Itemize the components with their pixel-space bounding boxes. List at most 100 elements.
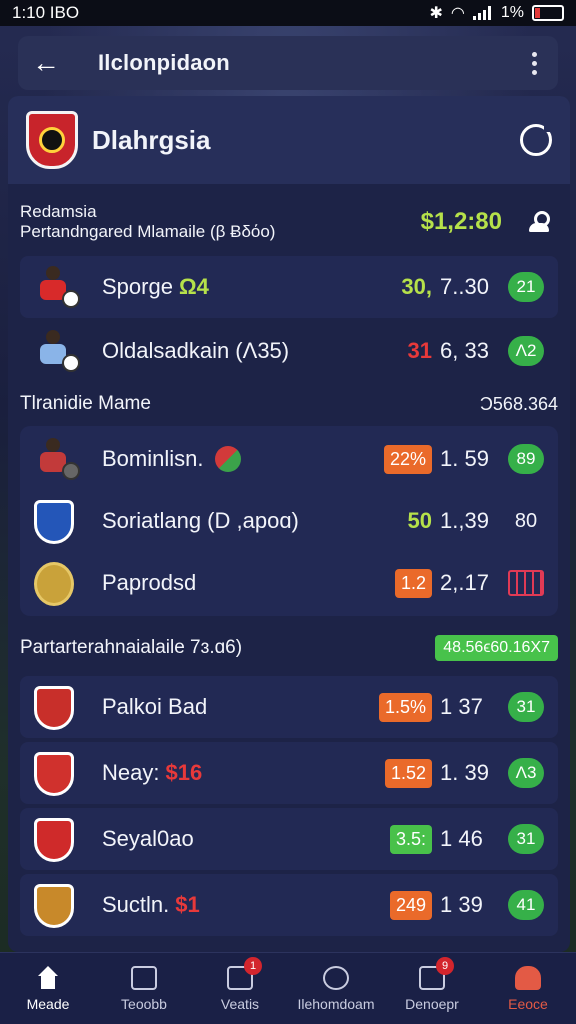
player-avatar xyxy=(24,432,82,486)
team-crest-icon xyxy=(26,111,78,169)
flag-icon xyxy=(131,965,157,990)
ball-icon xyxy=(215,446,242,472)
nav-label: Veatis xyxy=(220,995,260,1012)
row-pill: 3.5: xyxy=(389,824,432,854)
bluetooth-icon: ✱ xyxy=(429,5,443,22)
row-value-a: 31 xyxy=(407,338,432,363)
section-value: Ɔ568.364 xyxy=(479,393,558,414)
battery-icon xyxy=(532,5,564,21)
row-name: Oldalsadkain (Λ35) xyxy=(102,338,290,363)
row-value-b: 7..30 xyxy=(440,274,489,299)
list-item[interactable]: Seyal0ao 3.5: 1 46 31 xyxy=(20,808,558,870)
row-value-b: 1.,39 xyxy=(440,508,489,533)
list-item[interactable]: Sporge Ω4 30, 7..30 21 xyxy=(20,256,558,318)
row-value-b: 1. 59 xyxy=(440,446,489,471)
row-pill: 1.5% xyxy=(378,692,432,722)
app-bar: ← Ilclonpidaon xyxy=(18,36,558,90)
row-pill: 22% xyxy=(383,444,432,474)
row-name: Bominlisn. xyxy=(102,446,242,472)
signal-icon xyxy=(472,6,493,20)
list-item[interactable]: Palkoi Bad 1.5% 1 37 31 xyxy=(20,676,558,738)
section-title: Partarterahnaialaile 7ɜ.ɑ6) xyxy=(20,637,243,658)
wifi-icon: ◠ xyxy=(450,5,465,22)
row-value-b: 2,.17 xyxy=(440,570,489,595)
team-panel: Dlahrgsia Redamsia Pertandngared Mlamail… xyxy=(8,96,570,952)
row-name: Sporge Ω4 xyxy=(102,274,209,299)
club-crest-icon xyxy=(24,812,82,866)
row-value-b: 1 39 xyxy=(440,892,483,917)
row-pill: 1.52 xyxy=(384,758,432,788)
summary-price: $1,2:80 xyxy=(420,208,502,235)
battery-percent: 1% xyxy=(500,4,524,21)
refresh-icon[interactable] xyxy=(520,123,553,156)
list-item[interactable]: Paprodsd 1.2 2,.17 xyxy=(20,552,558,614)
row-badge: 21 xyxy=(508,272,544,302)
shield-icon xyxy=(323,965,349,990)
row-value-a: 50 xyxy=(407,508,432,533)
row-name: Neay: $16 xyxy=(102,760,203,785)
nav-item-matches[interactable]: 1 Veatis xyxy=(192,953,288,1024)
back-arrow-icon[interactable]: ← xyxy=(32,49,68,77)
section-header: Partarterahnaialaile 7ɜ.ɑ6) 48.56ϵ60.16X… xyxy=(20,630,558,666)
row-badge: 41 xyxy=(508,890,544,920)
row-name: Palkoi Bad xyxy=(102,694,208,719)
team-header: Dlahrgsia xyxy=(8,96,570,184)
row-pill: 249 xyxy=(389,890,432,920)
summary-line2: Pertandngared Mlamaile (β Ƀδόο) xyxy=(20,222,276,241)
user-icon xyxy=(515,965,541,990)
list-item[interactable]: Soriatlang (D ,apoɑ) 50 1.,39 80 xyxy=(20,490,558,552)
list-item[interactable]: Neay: $16 1.52 1. 39 Λ3 xyxy=(20,742,558,804)
bottom-nav: Meade Teoobb 1 Veatis Ilehomdoam 9 Denoe… xyxy=(0,952,576,1024)
nav-item-teams[interactable]: Teoobb xyxy=(96,953,192,1024)
person-icon[interactable] xyxy=(528,211,550,233)
row-badge: 89 xyxy=(508,444,544,474)
club-crest-icon xyxy=(24,746,82,800)
notification-badge: 9 xyxy=(436,957,454,975)
section-value: 48.56ϵ60.16X7 xyxy=(435,635,558,661)
row-value-a: 30, xyxy=(401,274,432,299)
status-bar: 1:10 ΙΒΟ ✱ ◠ 1% xyxy=(0,0,576,26)
row-value-b: 1. 39 xyxy=(440,760,489,785)
row-value-b: 6, 33 xyxy=(440,338,489,363)
club-crest-icon xyxy=(24,494,82,548)
grid-icon[interactable] xyxy=(508,570,544,596)
summary-text: Redamsia Pertandngared Mlamaile (β Ƀδόο) xyxy=(20,202,275,242)
row-value-b: 1 37 xyxy=(440,694,483,719)
nav-item-news[interactable]: 9 Denoepr xyxy=(384,953,480,1024)
row-badge: 80 xyxy=(514,509,538,532)
nav-item-profile[interactable]: Eeoce xyxy=(480,953,576,1024)
row-name: Soriatlang (D ,apoɑ) xyxy=(102,508,299,533)
row-name: Suctln. $1 xyxy=(102,892,200,917)
player-avatar xyxy=(24,260,82,314)
home-icon xyxy=(35,965,61,990)
row-pill: 1.2 xyxy=(394,568,432,598)
list-item[interactable]: Oldalsadkain (Λ35) 31 6, 33 Λ2 xyxy=(20,320,558,382)
more-options-icon[interactable] xyxy=(524,51,544,75)
club-crest-icon xyxy=(24,680,82,734)
list-item[interactable]: Bominlisn. 22% 1. 59 89 xyxy=(20,428,558,490)
nav-item-home[interactable]: Meade xyxy=(0,953,96,1024)
summary-row: Redamsia Pertandngared Mlamaile (β Ƀδόο)… xyxy=(20,196,558,248)
row-badge: Λ3 xyxy=(508,758,544,788)
nav-label: Denoepr xyxy=(405,995,459,1012)
section-title: Tlranidie Mame xyxy=(20,393,151,414)
row-badge: 31 xyxy=(508,824,544,854)
row-badge: 31 xyxy=(508,692,544,722)
page-title: Ilclonpidaon xyxy=(98,50,230,75)
team-name: Dlahrgsia xyxy=(92,124,211,155)
nav-label: Eeoce xyxy=(508,995,548,1012)
player-avatar xyxy=(24,324,82,378)
row-name: Seyal0ao xyxy=(102,826,194,851)
row-value-b: 1 46 xyxy=(440,826,483,851)
nav-label: Meade xyxy=(26,995,70,1012)
nav-item-shield[interactable]: Ilehomdoam xyxy=(288,953,384,1024)
club-crest-icon xyxy=(24,556,82,610)
status-time: 1:10 ΙΒΟ xyxy=(12,3,80,22)
list-item[interactable]: Suctln. $1 249 1 39 41 xyxy=(20,874,558,936)
status-icons: ✱ ◠ 1% xyxy=(429,3,564,23)
row-badge: Λ2 xyxy=(508,336,544,366)
section-header: Tlranidie Mame Ɔ568.364 xyxy=(20,386,558,422)
summary-line1: Redamsia xyxy=(20,202,97,221)
notification-badge: 1 xyxy=(244,957,262,975)
club-crest-icon xyxy=(24,878,82,932)
